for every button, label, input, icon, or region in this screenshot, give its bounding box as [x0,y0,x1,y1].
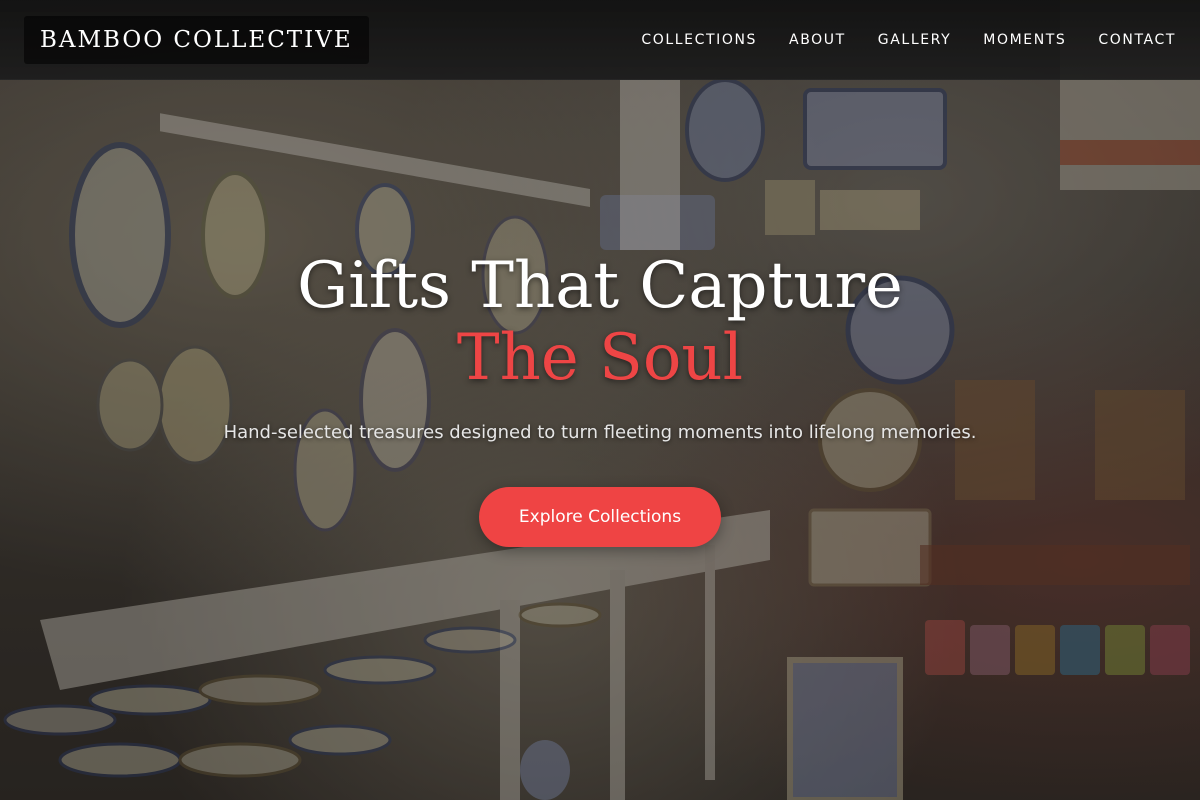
hero-section: Gifts That Capture The Soul Hand-selecte… [0,250,1200,547]
hero-title: Gifts That Capture The Soul [0,250,1200,394]
hero-subtitle: Hand-selected treasures designed to turn… [223,422,977,443]
nav-item-gallery[interactable]: GALLERY [878,32,951,48]
nav-item-about[interactable]: ABOUT [789,32,846,48]
brand-logo[interactable]: BAMBOO COLLECTIVE [24,15,369,64]
landing-page: BAMBOO COLLECTIVE COLLECTIONS ABOUT GALL… [0,0,1200,800]
nav-item-collections[interactable]: COLLECTIONS [641,32,757,48]
nav-item-moments[interactable]: MOMENTS [983,32,1066,48]
nav-item-contact[interactable]: CONTACT [1098,32,1176,48]
hero-title-accent: The Soul [456,321,744,395]
main-nav: COLLECTIONS ABOUT GALLERY MOMENTS CONTAC… [609,32,1176,48]
site-header: BAMBOO COLLECTIVE COLLECTIONS ABOUT GALL… [0,0,1200,80]
explore-collections-button[interactable]: Explore Collections [478,487,722,547]
hero-title-line1: Gifts That Capture [297,249,903,323]
